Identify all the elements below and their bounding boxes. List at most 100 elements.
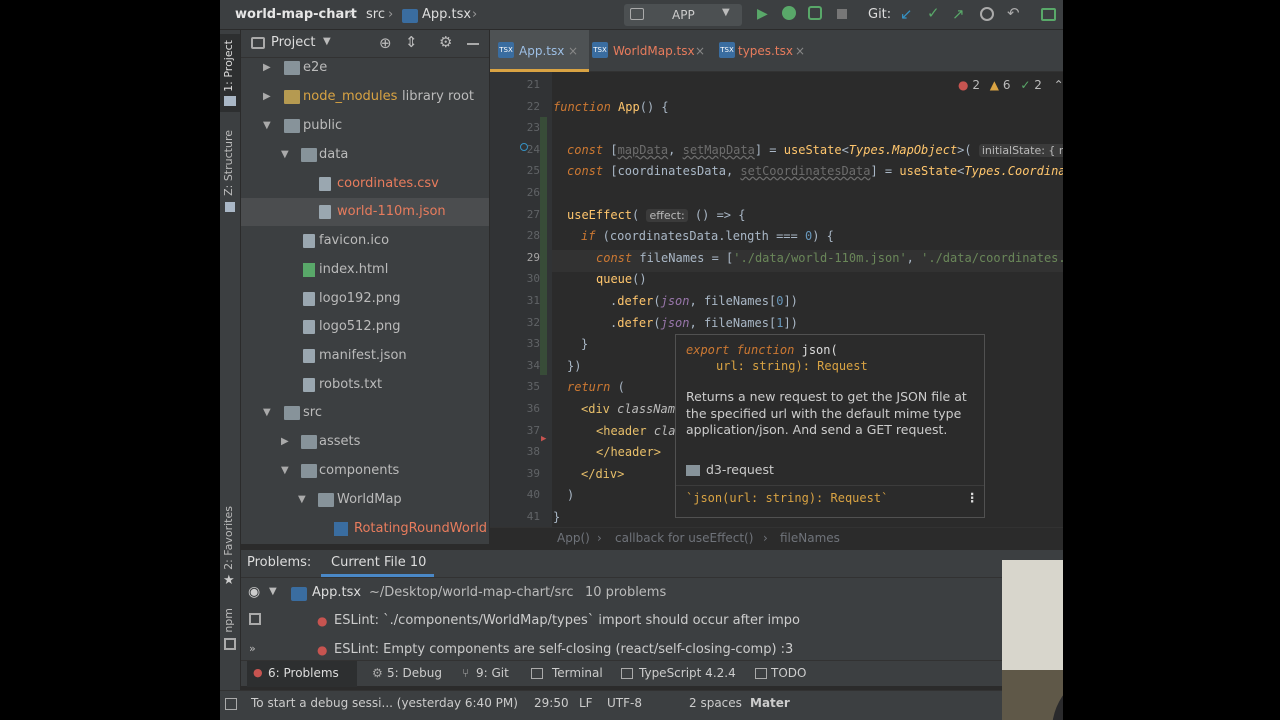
- tab-npm[interactable]: npm: [222, 608, 235, 633]
- tree-item[interactable]: favicon.ico: [241, 227, 489, 255]
- problem-file[interactable]: App.tsx: [312, 585, 361, 600]
- tree-item[interactable]: ▼ public: [241, 112, 489, 140]
- tab-project[interactable]: 1: Project: [222, 40, 235, 92]
- config-icon: [630, 8, 644, 20]
- tree-item-label: world-110m.json: [337, 204, 446, 219]
- tree-item[interactable]: ▼ data: [241, 141, 489, 169]
- tab-typescript[interactable]: TypeScript 4.2.4: [639, 666, 736, 680]
- chevron-up-icon[interactable]: ⌃: [1054, 78, 1063, 92]
- tab-label: 6: Problems: [268, 666, 339, 680]
- tree-item[interactable]: ▶ node_modules library root: [241, 83, 489, 111]
- tab-worldmap-tsx[interactable]: TSX WorldMap.tsx ×: [592, 30, 713, 72]
- more-options-icon[interactable]: ⋮: [966, 490, 979, 505]
- gear-icon[interactable]: ⚙: [439, 33, 452, 51]
- tree-item[interactable]: ▼ WorldMap: [241, 486, 489, 514]
- close-icon[interactable]: ×: [695, 44, 705, 58]
- expand-icon[interactable]: ▶: [263, 91, 273, 102]
- quick-doc-popup[interactable]: export function json( url: string): Requ…: [675, 334, 985, 518]
- breadcrumb-project[interactable]: world-map-chart: [235, 7, 357, 22]
- line-separator[interactable]: LF: [579, 696, 593, 710]
- json-file-icon: [303, 349, 315, 363]
- close-icon[interactable]: ×: [568, 44, 578, 58]
- expand-icon[interactable]: ▶: [281, 436, 291, 447]
- tree-item[interactable]: index.html: [241, 256, 489, 284]
- git-update-icon[interactable]: ↙: [900, 5, 913, 23]
- collapse-arrow-icon[interactable]: ▼: [298, 494, 308, 505]
- breadcrumb-src[interactable]: src: [366, 7, 385, 22]
- tree-item[interactable]: robots.txt: [241, 371, 489, 399]
- run-icon[interactable]: ▶: [757, 6, 768, 22]
- breadcrumb-sep-icon: ›: [763, 531, 768, 545]
- tree-item[interactable]: ▼ src: [241, 399, 489, 427]
- coverage-icon[interactable]: [808, 6, 822, 20]
- cursor-position[interactable]: 29:50: [534, 696, 569, 710]
- collapse-arrow-icon[interactable]: ▼: [281, 465, 291, 476]
- more-icon[interactable]: »: [249, 642, 256, 655]
- toggle-panels-icon[interactable]: [225, 698, 237, 710]
- tab-app-tsx[interactable]: TSX App.tsx ×: [490, 30, 589, 72]
- problem-item[interactable]: ESLint: Empty components are self-closin…: [334, 642, 793, 657]
- breakpoint-icon[interactable]: ▶: [541, 434, 546, 444]
- tab-structure[interactable]: Z: Structure: [222, 130, 235, 196]
- line-number: 30: [526, 272, 540, 285]
- line-number: 40: [526, 488, 540, 501]
- tree-item[interactable]: RotatingRoundWorld: [241, 515, 489, 543]
- expand-icon[interactable]: ▶: [263, 62, 273, 73]
- tab-debug[interactable]: 5: Debug: [387, 666, 442, 680]
- collapse-arrow-icon[interactable]: ▼: [281, 149, 291, 160]
- tree-item[interactable]: logo512.png: [241, 313, 489, 341]
- problem-item[interactable]: ESLint: `./components/WorldMap/types` im…: [334, 613, 800, 628]
- theme-indicator[interactable]: Mater: [750, 696, 790, 710]
- tab-problems-active[interactable]: ● 6: Problems: [247, 661, 357, 687]
- collapse-arrow-icon[interactable]: ▼: [263, 407, 273, 418]
- tree-item[interactable]: ▶ e2e: [241, 54, 489, 82]
- inspection-widget[interactable]: ● 2 ▲ 6 ✓ 2 ⌃: [958, 78, 1063, 92]
- error-count: 2: [972, 78, 980, 92]
- tab-favorites[interactable]: 2: Favorites: [222, 506, 235, 570]
- tree-item-label: manifest.json: [319, 348, 407, 363]
- doc-footer[interactable]: `json(url: string): Request`: [686, 491, 888, 505]
- tree-item[interactable]: ▶ assets: [241, 428, 489, 456]
- breadcrumb-item[interactable]: callback for useEffect(): [615, 531, 753, 545]
- tree-item-selected[interactable]: world-110m.json: [241, 198, 489, 226]
- folder-icon: [224, 96, 236, 106]
- file-encoding[interactable]: UTF-8: [607, 696, 642, 710]
- git-commit-icon[interactable]: ✓: [927, 4, 940, 22]
- filter-icon[interactable]: [249, 613, 261, 625]
- tree-item[interactable]: logo192.png: [241, 285, 489, 313]
- debug-icon[interactable]: [782, 6, 796, 20]
- todo-icon: [755, 668, 767, 679]
- tree-item[interactable]: manifest.json: [241, 342, 489, 370]
- tab-current-file[interactable]: Current File 10: [321, 550, 434, 577]
- code-line: .defer(json, fileNames[0]): [610, 294, 798, 308]
- layout-icon[interactable]: [1041, 8, 1056, 21]
- rollback-icon[interactable]: ↶: [1007, 4, 1020, 22]
- breadcrumb-file[interactable]: App.tsx: [422, 7, 471, 22]
- folder-icon: [318, 493, 334, 507]
- history-icon[interactable]: [980, 7, 994, 21]
- breadcrumb-item[interactable]: fileNames: [780, 531, 840, 545]
- git-push-icon[interactable]: ↗: [952, 5, 965, 23]
- tree-item[interactable]: coordinates.csv: [241, 170, 489, 198]
- project-title[interactable]: Project: [271, 35, 315, 50]
- json-file-icon: [319, 205, 331, 219]
- implementation-icon[interactable]: [520, 143, 528, 151]
- collapse-arrow-icon[interactable]: ▼: [263, 120, 273, 131]
- tab-todo[interactable]: TODO: [771, 666, 806, 680]
- chevron-down-icon[interactable]: ▼: [323, 36, 331, 47]
- run-config-selector[interactable]: APP ▼: [624, 4, 742, 26]
- locate-icon[interactable]: ⊕: [379, 34, 392, 52]
- stop-icon[interactable]: [837, 9, 847, 19]
- line-number: 41: [526, 510, 540, 523]
- hide-icon[interactable]: [467, 43, 479, 45]
- tab-git[interactable]: 9: Git: [476, 666, 509, 680]
- collapse-icon[interactable]: ⇕: [405, 33, 418, 51]
- indent-setting[interactable]: 2 spaces: [689, 696, 742, 710]
- collapse-arrow-icon[interactable]: ▼: [269, 586, 277, 597]
- tree-item[interactable]: ▼ components: [241, 457, 489, 485]
- tab-types-tsx[interactable]: TSX types.tsx ×: [719, 30, 829, 72]
- eye-icon[interactable]: ◉: [248, 584, 260, 600]
- breadcrumb-item[interactable]: App(): [557, 531, 590, 545]
- close-icon[interactable]: ×: [795, 44, 805, 58]
- tab-terminal[interactable]: Terminal: [552, 666, 603, 680]
